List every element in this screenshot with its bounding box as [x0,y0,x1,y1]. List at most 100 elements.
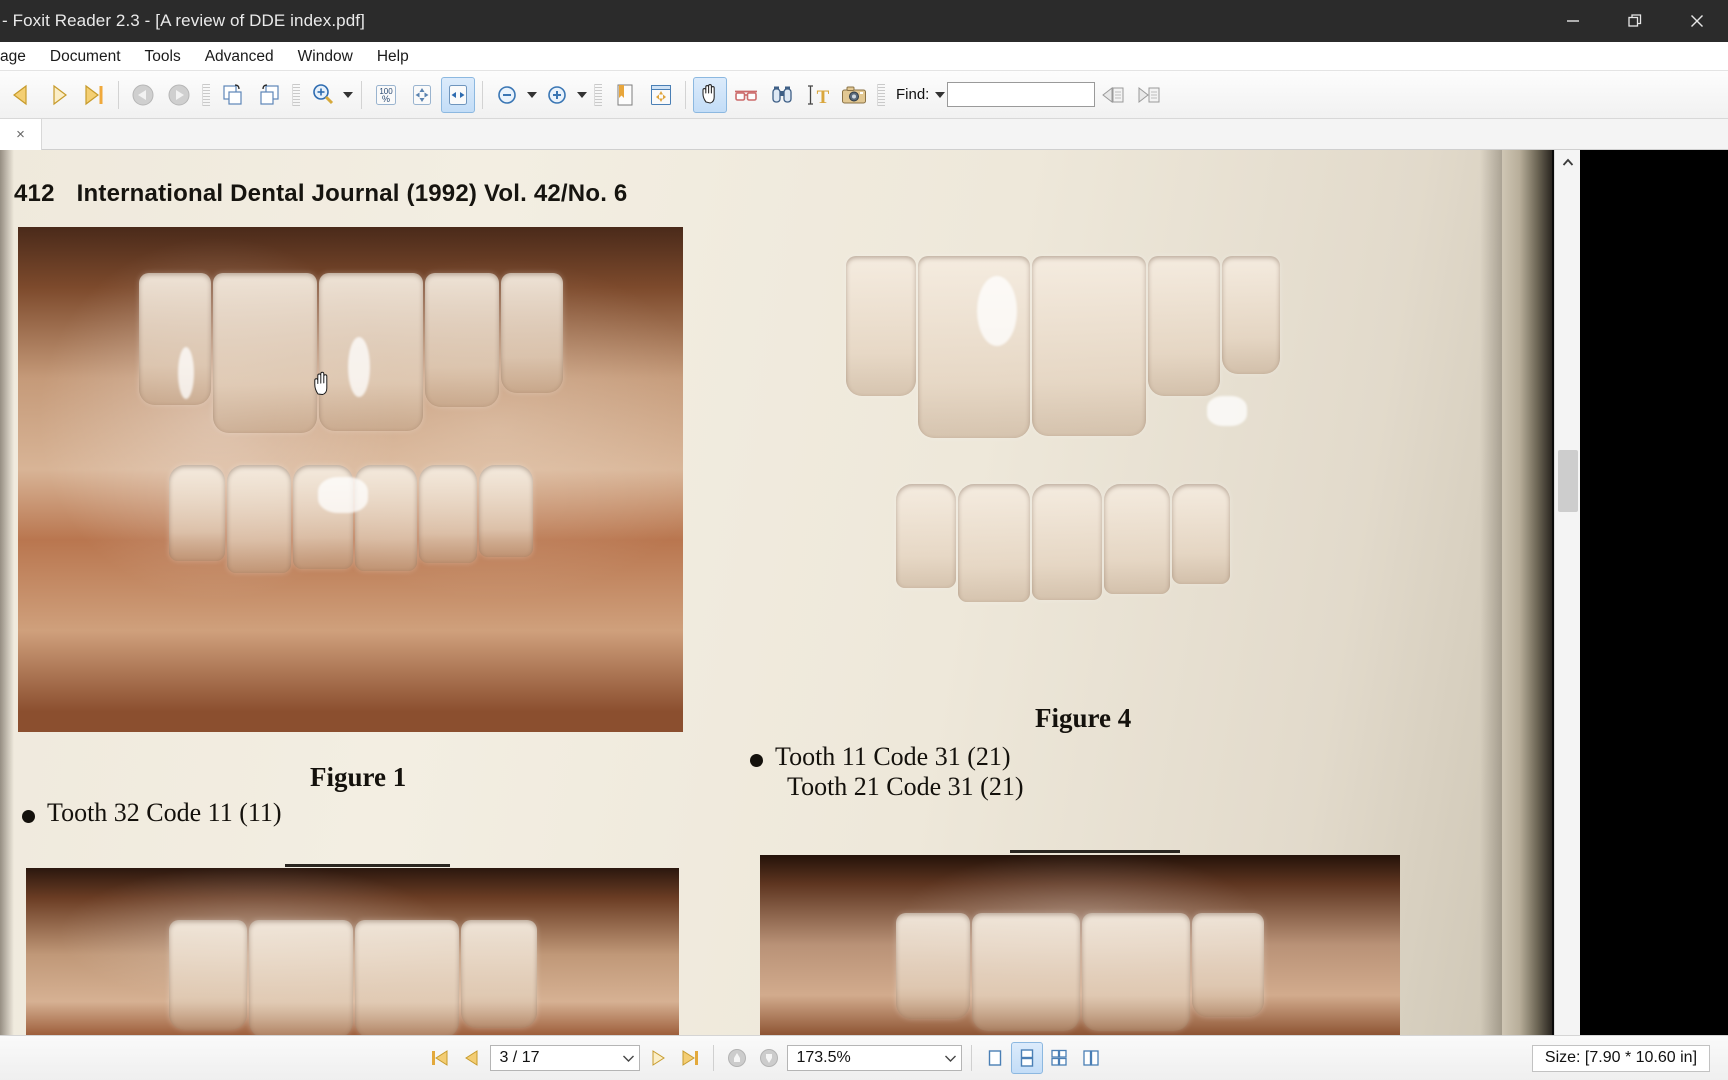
menu-help[interactable]: Help [365,42,421,71]
menu-bar: age Document Tools Advanced Window Help [0,42,1728,71]
toolbar-grip [877,83,885,106]
toolbar-grip [202,83,210,106]
menu-window[interactable]: Window [286,42,365,71]
close-icon[interactable]: × [16,127,25,142]
page-size-indicator: Size: [7.90 * 10.60 in] [1531,1044,1711,1072]
zoom-out-button[interactable] [490,77,524,113]
scrollbar-thumb[interactable] [1558,450,1578,512]
zoom-out-dropdown[interactable] [525,77,539,113]
status-bar: 3 / 17 173.5% Size: [7.90 * 10.60 in] [0,1035,1728,1080]
page-header: 412 International Dental Journal (1992) V… [14,180,714,208]
restore-button[interactable] [1604,0,1666,42]
status-divider [971,1045,973,1071]
zoom-in-button[interactable] [540,77,574,113]
figure-1-label: Figure 1 [310,762,407,792]
toolbar-divider [685,80,686,109]
figure-1-photograph [18,227,683,732]
go-back-button[interactable] [126,77,160,113]
status-divider [713,1045,715,1071]
page-folio: 412 [14,180,55,207]
svg-text:%: % [382,94,390,104]
figure-4-caption-line-2: Tooth 21 Code 31 (21) [787,772,1024,801]
zoom-in-dropdown[interactable] [575,77,589,113]
bookmark-panel-button[interactable] [608,77,642,113]
page-left-shadow [0,150,14,1035]
figure-4-rule [1010,850,1180,853]
last-page-button[interactable] [77,77,111,113]
figure-2-photograph [26,868,679,1035]
hand-tool-button[interactable] [693,76,727,113]
toolbar-grip [594,83,602,106]
window-title: - Foxit Reader 2.3 - [A review of DDE in… [2,11,365,30]
book-gutter [1502,150,1552,1035]
title-bar: - Foxit Reader 2.3 - [A review of DDE in… [0,0,1728,42]
actual-size-button[interactable]: 100 % [369,77,403,113]
menu-page[interactable]: age [0,42,38,71]
go-forward-button[interactable] [162,77,196,113]
toolbar-divider [118,80,119,109]
facing-view-button[interactable] [1043,1042,1075,1074]
figure-1-caption: Tooth 32 Code 11 (11) [22,798,282,828]
page-number-field[interactable]: 3 / 17 [490,1045,641,1071]
continuous-facing-view-button[interactable] [1075,1042,1107,1074]
minimize-button[interactable] [1542,0,1604,42]
fit-width-button[interactable] [441,76,475,113]
figure-1-rule [285,864,450,867]
first-page-button[interactable] [424,1042,456,1074]
rotate-counterclockwise-button[interactable] [252,77,286,113]
page-right-shading [1480,150,1502,1035]
figure-4-caption-line-1: Tooth 11 Code 31 (21) [775,742,1011,771]
bullet-icon [750,754,763,767]
toolbar-grip [292,83,300,106]
find-previous-button[interactable] [1096,77,1130,113]
figure-4-photograph [727,216,1399,779]
snapshot-camera-button[interactable] [837,77,871,113]
zoom-tool-button[interactable] [306,77,340,113]
find-input[interactable] [947,82,1096,107]
find-next-button[interactable] [1132,77,1166,113]
close-button[interactable] [1666,0,1728,42]
tab-strip: × [0,119,1728,150]
vertical-scrollbar[interactable] [1554,150,1580,1035]
main-toolbar: 100 % T Find: [0,71,1728,119]
document-tab[interactable]: × [0,119,42,150]
zoom-tool-dropdown[interactable] [341,77,355,113]
single-page-view-button[interactable] [979,1042,1011,1074]
document-viewport[interactable]: Conclusions of Technical Report 11 Intro… [0,150,1728,1035]
figure-4-label: Figure 4 [1035,703,1132,733]
continuous-view-button[interactable] [1011,1042,1044,1074]
window-controls [1542,0,1728,42]
last-page-button[interactable] [674,1042,706,1074]
figure-5-photograph [760,855,1400,1035]
status-previous-page-button[interactable] [456,1042,488,1074]
toolbar-divider [361,80,362,109]
fit-page-button[interactable] [405,77,439,113]
bullet-icon [22,810,35,823]
page-display-button[interactable] [644,77,678,113]
menu-tools[interactable]: Tools [133,42,193,71]
chevron-up-icon[interactable] [1555,150,1581,176]
next-page-button[interactable] [41,77,75,113]
menu-document[interactable]: Document [38,42,133,71]
chevron-down-icon [945,1055,957,1062]
find-label: Find: [896,86,930,103]
viewport-dark-area [1580,150,1728,1035]
foxit-reader-window: - Foxit Reader 2.3 - [A review of DDE in… [0,0,1728,1080]
page-number-value: 3 / 17 [499,1049,540,1066]
reading-glasses-button[interactable] [729,77,763,113]
text-select-button[interactable]: T [801,77,835,113]
find-binoculars-button[interactable] [765,77,799,113]
zoom-level-value: 173.5% [796,1049,851,1066]
status-zoom-in-button[interactable] [753,1042,785,1074]
status-next-page-button[interactable] [642,1042,674,1074]
rotate-clockwise-button[interactable] [216,77,250,113]
figure-4-caption: Tooth 11 Code 31 (21) [750,742,1011,772]
previous-page-button[interactable] [5,77,39,113]
status-zoom-out-button[interactable] [721,1042,753,1074]
chevron-down-icon [623,1055,635,1062]
zoom-level-field[interactable]: 173.5% [787,1045,963,1071]
find-dropdown[interactable] [933,77,947,113]
menu-advanced[interactable]: Advanced [193,42,286,71]
scanned-page-photo: Conclusions of Technical Report 11 Intro… [0,150,1580,1035]
page-size-value: Size: [7.90 * 10.60 in] [1544,1049,1698,1066]
